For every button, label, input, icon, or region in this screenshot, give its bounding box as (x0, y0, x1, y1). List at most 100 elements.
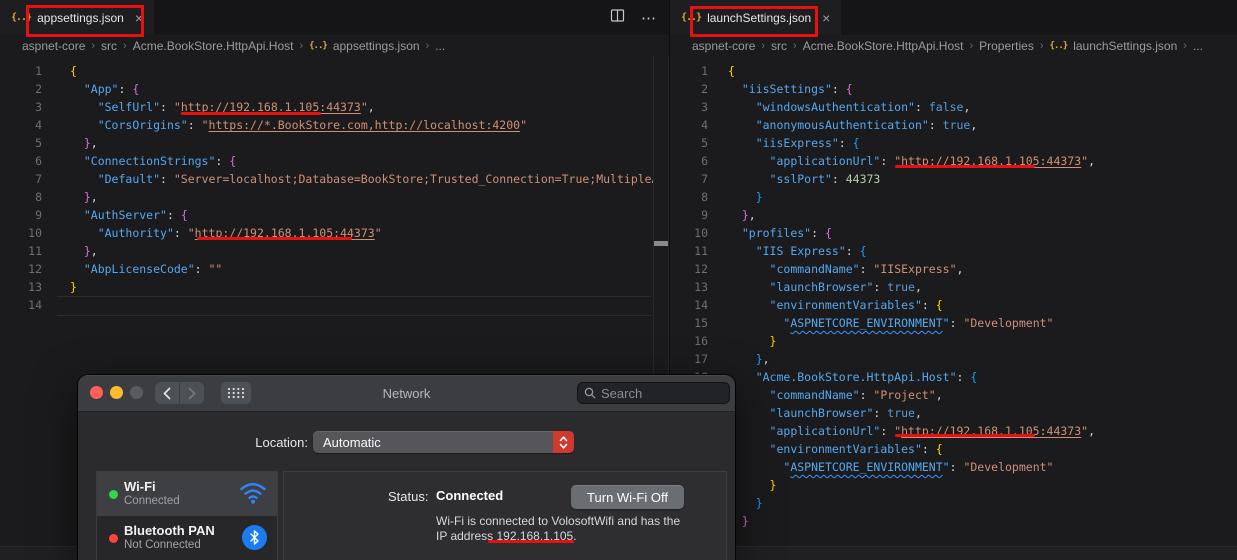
code-line: 6 "ConnectionStrings": { (0, 152, 669, 170)
code-token[interactable]: https://*.BookStore.com,http://localhost… (209, 118, 521, 132)
code-token[interactable]: http://192.168.1.105:44373 (181, 100, 361, 114)
network-titlebar[interactable]: Network Search (78, 375, 735, 412)
line-number: 7 (701, 172, 708, 186)
code-text: "CorsOrigins": "https://*.BookStore.com,… (42, 116, 527, 134)
code-token: , (935, 388, 943, 402)
code-token: { (859, 244, 867, 258)
breadcrumb-tail[interactable]: ... (435, 39, 445, 53)
code-token: , (762, 352, 770, 366)
code-token: "applicationUrl" (769, 424, 881, 438)
code-token: , (1088, 424, 1096, 438)
turn-wifi-off-button[interactable]: Turn Wi-Fi Off (571, 485, 684, 509)
more-actions-icon[interactable]: ⋯ (641, 9, 657, 27)
breadcrumb-separator: › (1039, 39, 1044, 52)
service-row-bluetooth[interactable]: Bluetooth PAN Not Connected (97, 516, 277, 560)
tab-appsettings[interactable]: {..} appsettings.json × (0, 0, 155, 35)
code-text: }, (708, 350, 770, 368)
code-line: 8 } (670, 188, 1237, 206)
code-line: 14 (0, 296, 669, 314)
breadcrumb-separator: › (91, 39, 96, 52)
code-text: { (708, 62, 735, 80)
show-all-button[interactable] (221, 382, 251, 404)
code-token: " (520, 118, 528, 132)
breadcrumb-item[interactable]: Acme.BookStore.HttpApi.Host (133, 39, 294, 53)
service-row-wifi[interactable]: Wi-Fi Connected (97, 472, 277, 516)
back-button[interactable] (155, 382, 179, 404)
split-editor-icon[interactable] (610, 8, 625, 28)
code-token: : (215, 154, 230, 168)
close-window-button[interactable] (90, 386, 103, 399)
breadcrumb-tail[interactable]: ... (1193, 39, 1203, 53)
breadcrumb-item[interactable]: Properties (979, 39, 1034, 53)
code-token: : (956, 370, 971, 384)
code-token: "anonymousAuthentication" (755, 118, 929, 132)
code-token: " (187, 226, 195, 240)
code-line: 26 } (670, 512, 1237, 530)
editor-right[interactable]: 1{2 "iisSettings": {3 "windowsAuthentica… (670, 56, 1237, 560)
code-token: { (132, 82, 140, 96)
code-token: : (880, 424, 895, 438)
tab-close-icon[interactable]: × (822, 10, 830, 26)
code-line: 11 "IIS Express": { (670, 242, 1237, 260)
code-token[interactable]: http://192.168.1.105:44373 (901, 154, 1081, 168)
code-token: " (201, 118, 209, 132)
code-token: "IISExpress" (873, 262, 957, 276)
code-token[interactable]: http://192.168.1.105:44373 (901, 424, 1081, 438)
code-token[interactable]: http://192.168.1.105:44373 (195, 226, 375, 240)
tab-close-icon[interactable]: × (135, 10, 143, 26)
code-token: "Project" (873, 388, 936, 402)
breadcrumb-item[interactable]: aspnet-core (22, 39, 85, 53)
breadcrumb-file[interactable]: launchSettings.json (1073, 39, 1177, 53)
code-line: 10 "Authority": "http://192.168.1.105:44… (0, 224, 669, 242)
breadcrumb-item[interactable]: src (771, 39, 787, 53)
code-line: 14 "environmentVariables": { (670, 296, 1237, 314)
code-token: } (741, 208, 749, 222)
code-token: { (935, 298, 943, 312)
code-token: : (166, 208, 181, 222)
tab-launchsettings[interactable]: {..} launchSettings.json × (670, 0, 842, 35)
code-text: "iisSettings": { (708, 80, 853, 98)
code-token: : (914, 100, 929, 114)
breadcrumb-separator: › (969, 39, 974, 52)
minimize-window-button[interactable] (110, 386, 123, 399)
code-token: "ConnectionStrings" (83, 154, 216, 168)
code-line: 6 "applicationUrl": "http://192.168.1.10… (670, 152, 1237, 170)
line-number: 13 (694, 280, 708, 294)
status-dot-green (109, 490, 118, 499)
forward-button[interactable] (179, 382, 204, 404)
breadcrumb-file[interactable]: appsettings.json (333, 39, 420, 53)
breadcrumb-left: aspnet-core › src › Acme.BookStore.HttpA… (0, 35, 669, 56)
code-text: }, (42, 134, 98, 152)
code-text: "Acme.BookStore.HttpApi.Host": { (708, 368, 978, 386)
code-text: "applicationUrl": "http://192.168.1.105:… (708, 422, 1095, 440)
zoom-window-button (130, 386, 143, 399)
breadcrumb-item[interactable]: aspnet-core (692, 39, 755, 53)
code-line: 16 } (670, 332, 1237, 350)
line-number: 5 (35, 136, 42, 150)
code-line: 23 "ASPNETCORE_ENVIRONMENT": "Developmen… (670, 458, 1237, 476)
code-text: }, (42, 242, 98, 260)
tabbar-left: {..} appsettings.json × ⋯ (0, 0, 669, 35)
code-token: } (83, 190, 91, 204)
code-token: "environmentVariables" (769, 298, 922, 312)
breadcrumb-item[interactable]: src (101, 39, 117, 53)
code-token: ASPNETCORE_ENVIRONMENT (790, 316, 943, 330)
line-number: 8 (35, 190, 42, 204)
breadcrumb-item[interactable]: Acme.BookStore.HttpApi.Host (803, 39, 964, 53)
search-input[interactable]: Search (577, 382, 730, 404)
network-services-list: Wi-Fi Connected Bluetooth PAN Not Connec… (96, 471, 278, 560)
location-dropdown[interactable]: Automatic (313, 431, 574, 453)
service-name: Wi-Fi (124, 479, 156, 494)
code-line: 13} (0, 278, 669, 296)
code-token: : (928, 118, 943, 132)
